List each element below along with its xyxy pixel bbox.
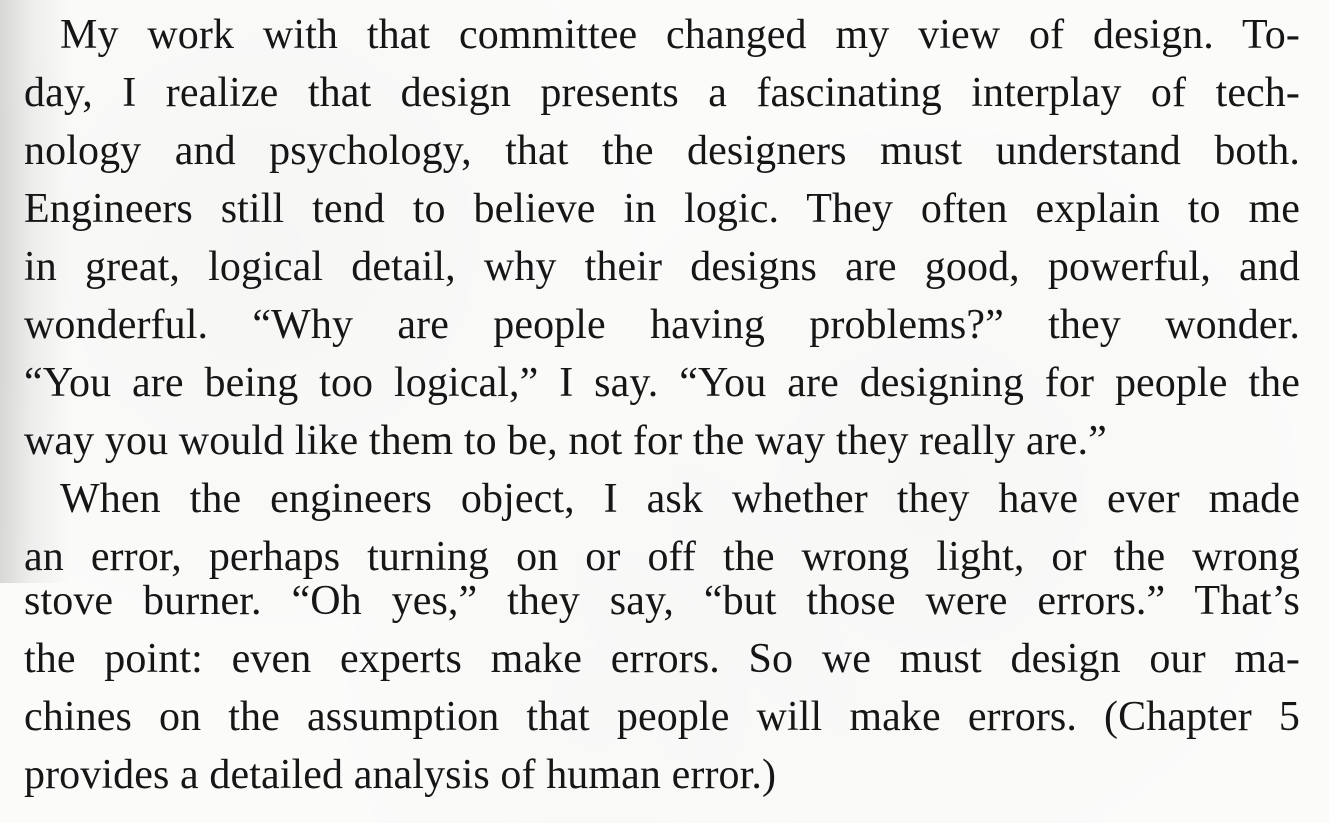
paragraph-1-line-5: in great, logical detail, why their desi… — [24, 244, 1300, 290]
paragraph-2-line-5: chines on the assumption that people wil… — [24, 694, 1300, 740]
paragraph-1-line-4: Engineers still tend to believe in logic… — [24, 186, 1300, 232]
book-text: My work with that committee changed my v… — [0, 0, 1329, 823]
paragraph-1-line-3: nology and psychology, that the designer… — [24, 128, 1300, 174]
paragraph-1-line-6: wonderful. “Why are people having proble… — [24, 302, 1300, 348]
paragraph-2-line-4: the point: even experts make errors. So … — [24, 636, 1300, 682]
paragraph-1-line-2: day, I realize that design presents a fa… — [24, 70, 1300, 116]
paragraph-2-line-3: stove burner. “Oh yes,” they say, “but t… — [24, 578, 1300, 624]
paragraph-1-line-8: way you would like them to be, not for t… — [24, 418, 1107, 464]
paragraph-1-line-1: My work with that committee changed my v… — [60, 12, 1300, 58]
paragraph-1-line-7: “You are being too logical,” I say. “You… — [24, 360, 1300, 406]
scanned-book-page: My work with that committee changed my v… — [0, 0, 1329, 823]
paragraph-2-line-1: When the engineers object, I ask whether… — [60, 476, 1300, 522]
paragraph-2-line-6: provides a detailed analysis of human er… — [24, 752, 777, 798]
